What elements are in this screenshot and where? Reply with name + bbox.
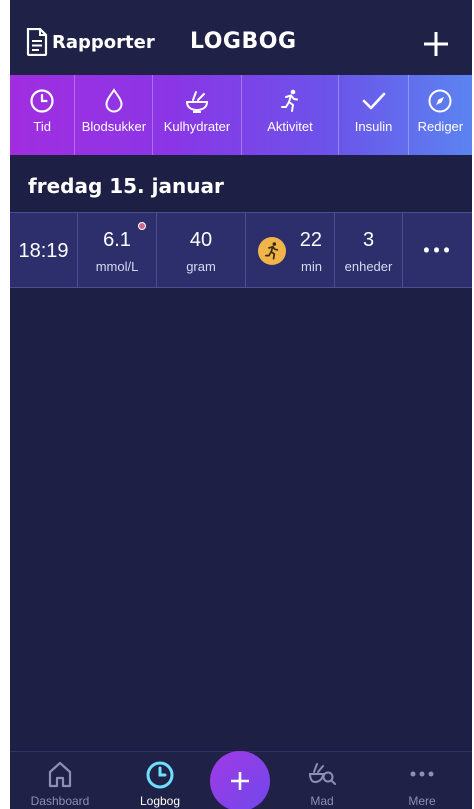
app-screen: Rapporter LOGBOG Tid Blodsukker Kulhydra… bbox=[10, 0, 472, 809]
drop-icon bbox=[105, 88, 123, 113]
toolbar-item-blood-sugar[interactable]: Blodsukker bbox=[75, 75, 154, 155]
activity-badge bbox=[258, 237, 286, 265]
insulin-unit: enheder bbox=[344, 259, 393, 274]
carbs-value: 40 bbox=[189, 229, 213, 251]
entry-time: 18:19 bbox=[18, 240, 69, 262]
glucose-value: 6.1 bbox=[103, 229, 131, 251]
toolbar-label: Insulin bbox=[354, 119, 393, 134]
more-options-icon: ••• bbox=[422, 237, 453, 265]
entry-insulin-cell[interactable]: 3 enheder bbox=[335, 213, 403, 287]
more-icon bbox=[410, 771, 434, 777]
clock-icon bbox=[146, 761, 174, 789]
home-icon bbox=[48, 761, 72, 788]
nav-label: Mere bbox=[408, 794, 436, 808]
compass-icon bbox=[428, 89, 452, 113]
add-entry-button[interactable] bbox=[210, 751, 270, 809]
column-toolbar: Tid Blodsukker Kulhydrater Aktivitet Ins… bbox=[10, 75, 472, 155]
toolbar-item-insulin[interactable]: Insulin bbox=[339, 75, 409, 155]
toolbar-label: Tid bbox=[33, 119, 51, 134]
log-entry-row[interactable]: 18:19 6.1 mmol/L 40 gram 22 min 3 enhede… bbox=[10, 212, 472, 288]
nav-label: Logbog bbox=[139, 794, 181, 808]
add-entry-plus-icon[interactable] bbox=[422, 30, 450, 58]
toolbar-item-activity[interactable]: Aktivitet bbox=[242, 75, 340, 155]
toolbar-label: Kulhydrater bbox=[163, 119, 231, 134]
toolbar-item-edit[interactable]: Rediger bbox=[409, 75, 472, 155]
bowl-icon bbox=[185, 91, 208, 113]
running-icon bbox=[265, 242, 279, 260]
entry-activity-cell[interactable]: 22 min bbox=[246, 213, 335, 287]
running-icon bbox=[280, 89, 298, 112]
nav-item-dashboard[interactable]: Dashboard bbox=[10, 752, 110, 809]
food-search-icon bbox=[308, 763, 336, 785]
entry-time-cell[interactable]: 18:19 bbox=[10, 213, 78, 287]
report-icon[interactable] bbox=[26, 28, 48, 56]
insulin-value: 3 bbox=[362, 229, 375, 251]
entry-glucose-cell[interactable]: 6.1 mmol/L bbox=[78, 213, 157, 287]
check-icon bbox=[362, 92, 385, 110]
day-heading: fredag 15. januar bbox=[28, 174, 224, 198]
nav-item-more[interactable]: Mere bbox=[372, 752, 472, 809]
toolbar-item-time[interactable]: Tid bbox=[10, 75, 76, 155]
entry-carbs-cell[interactable]: 40 gram bbox=[157, 213, 246, 287]
glucose-unit: mmol/L bbox=[95, 259, 139, 274]
nav-item-food[interactable]: Mad bbox=[272, 752, 372, 809]
top-bar: Rapporter LOGBOG bbox=[10, 0, 472, 75]
nav-label: Dashboard bbox=[30, 794, 90, 808]
entry-more-cell[interactable]: ••• bbox=[403, 213, 472, 287]
activity-unit: min bbox=[301, 259, 322, 274]
carbs-unit: gram bbox=[186, 259, 216, 274]
clock-icon bbox=[30, 89, 54, 113]
page-title: LOGBOG bbox=[190, 29, 297, 54]
nav-item-logbook[interactable]: Logbog bbox=[110, 752, 210, 809]
toolbar-label: Blodsukker bbox=[81, 119, 147, 134]
plus-icon bbox=[231, 772, 249, 790]
glucose-indicator-dot bbox=[138, 222, 146, 230]
toolbar-item-carbs[interactable]: Kulhydrater bbox=[153, 75, 242, 155]
nav-label: Mad bbox=[310, 794, 334, 808]
activity-value: 22 bbox=[299, 229, 322, 251]
toolbar-label: Rediger bbox=[417, 119, 464, 134]
reports-link[interactable]: Rapporter bbox=[52, 32, 155, 53]
toolbar-label: Aktivitet bbox=[267, 119, 313, 134]
